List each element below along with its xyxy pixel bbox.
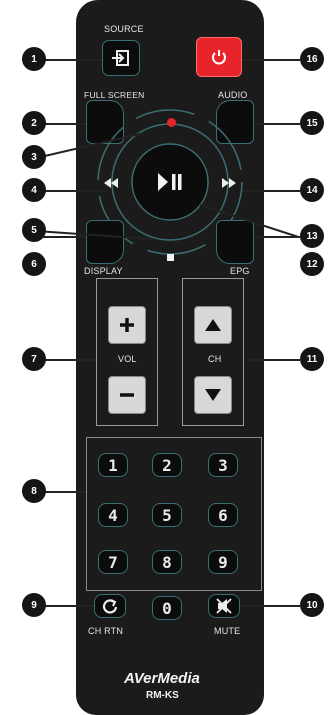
callout-8: 8 <box>22 479 46 503</box>
callout-14: 14 <box>300 178 324 202</box>
play-pause-icon <box>158 173 182 191</box>
key-8-button[interactable]: 8 <box>152 550 182 574</box>
callout-9: 9 <box>22 593 46 617</box>
model-name: RM-KS <box>146 690 179 701</box>
callout-7: 7 <box>22 347 46 371</box>
callout-13: 13 <box>300 224 324 248</box>
callout-2: 2 <box>22 111 46 135</box>
display-label: DISPLAY <box>84 266 123 276</box>
volume-down-button[interactable] <box>108 376 146 414</box>
callout-12: 12 <box>300 252 324 276</box>
callout-line-14 <box>242 190 300 192</box>
key-5-button[interactable]: 5 <box>152 503 182 527</box>
callout-line-16 <box>242 59 300 61</box>
callout-1: 1 <box>22 47 46 71</box>
key-7-button[interactable]: 7 <box>98 550 128 574</box>
channel-up-button[interactable] <box>194 306 232 344</box>
callout-11: 11 <box>300 347 324 371</box>
record-button[interactable] <box>140 112 202 134</box>
epg-button[interactable] <box>216 220 254 264</box>
callout-line-10 <box>240 605 300 607</box>
mute-icon <box>216 598 232 614</box>
stop-button[interactable] <box>150 246 190 268</box>
record-dot-icon <box>167 118 176 127</box>
epg-label: EPG <box>230 266 250 276</box>
key-6-button[interactable]: 6 <box>208 503 238 527</box>
key-2-button[interactable]: 2 <box>152 453 182 477</box>
ch-rtn-label: CH RTN <box>88 626 124 636</box>
play-pause-button[interactable] <box>140 152 200 212</box>
key-0-button[interactable]: 0 <box>152 596 182 620</box>
fast-forward-icon <box>222 178 236 188</box>
callout-3: 3 <box>22 145 46 169</box>
callout-line-15 <box>254 123 300 125</box>
channel-down-button[interactable] <box>194 376 232 414</box>
key-1-button[interactable]: 1 <box>98 453 128 477</box>
brand-logo: AVerMedia <box>124 670 200 687</box>
callout-line-4 <box>36 190 106 192</box>
plus-icon <box>120 318 134 332</box>
vol-label: VOL <box>118 354 137 364</box>
fast-forward-button[interactable] <box>216 168 242 198</box>
triangle-up-icon <box>205 319 221 331</box>
triangle-down-icon <box>205 389 221 401</box>
rewind-button[interactable] <box>98 168 124 198</box>
rewind-icon <box>104 178 118 188</box>
callout-6: 6 <box>22 252 46 276</box>
minus-icon <box>120 393 134 397</box>
stop-icon <box>166 253 174 261</box>
key-3-button[interactable]: 3 <box>208 453 238 477</box>
callout-line-12 <box>254 236 300 238</box>
mute-label: MUTE <box>214 626 241 636</box>
ch-label: CH <box>208 354 222 364</box>
callout-10: 10 <box>300 593 324 617</box>
display-button[interactable] <box>86 220 124 264</box>
key-4-button[interactable]: 4 <box>98 503 128 527</box>
callout-4: 4 <box>22 178 46 202</box>
callout-line-11 <box>244 359 300 361</box>
volume-up-button[interactable] <box>108 306 146 344</box>
key-9-button[interactable]: 9 <box>208 550 238 574</box>
callout-15: 15 <box>300 111 324 135</box>
return-arrow-icon <box>102 599 118 614</box>
mute-button[interactable] <box>208 594 240 618</box>
callout-5: 5 <box>22 218 46 242</box>
callout-16: 16 <box>300 47 324 71</box>
ch-rtn-button[interactable] <box>94 594 126 618</box>
